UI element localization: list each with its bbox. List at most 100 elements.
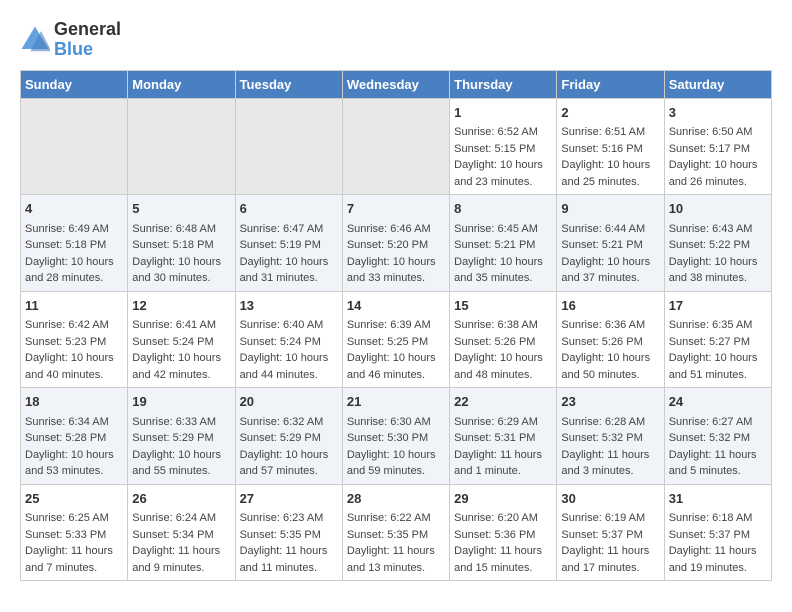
day-number: 5 [132,199,230,219]
day-number: 7 [347,199,445,219]
cell-info: Sunrise: 6:51 AMSunset: 5:16 PMDaylight:… [561,124,659,190]
calendar-cell: 29Sunrise: 6:20 AMSunset: 5:36 PMDayligh… [450,484,557,581]
calendar-table: SundayMondayTuesdayWednesdayThursdayFrid… [20,70,772,582]
header-cell-saturday: Saturday [664,70,771,98]
day-number: 4 [25,199,123,219]
calendar-body: 1Sunrise: 6:52 AMSunset: 5:15 PMDaylight… [21,98,772,581]
calendar-cell: 30Sunrise: 6:19 AMSunset: 5:37 PMDayligh… [557,484,664,581]
calendar-cell: 4Sunrise: 6:49 AMSunset: 5:18 PMDaylight… [21,195,128,292]
logo: General Blue [20,20,121,60]
calendar-cell: 17Sunrise: 6:35 AMSunset: 5:27 PMDayligh… [664,291,771,388]
cell-info: Sunrise: 6:34 AMSunset: 5:28 PMDaylight:… [25,414,123,480]
header-cell-friday: Friday [557,70,664,98]
cell-info: Sunrise: 6:43 AMSunset: 5:22 PMDaylight:… [669,221,767,287]
day-number: 8 [454,199,552,219]
cell-info: Sunrise: 6:38 AMSunset: 5:26 PMDaylight:… [454,317,552,383]
cell-info: Sunrise: 6:49 AMSunset: 5:18 PMDaylight:… [25,221,123,287]
cell-info: Sunrise: 6:42 AMSunset: 5:23 PMDaylight:… [25,317,123,383]
calendar-cell: 26Sunrise: 6:24 AMSunset: 5:34 PMDayligh… [128,484,235,581]
calendar-cell: 18Sunrise: 6:34 AMSunset: 5:28 PMDayligh… [21,388,128,485]
day-number: 29 [454,489,552,509]
cell-info: Sunrise: 6:27 AMSunset: 5:32 PMDaylight:… [669,414,767,480]
calendar-cell: 15Sunrise: 6:38 AMSunset: 5:26 PMDayligh… [450,291,557,388]
calendar-cell: 25Sunrise: 6:25 AMSunset: 5:33 PMDayligh… [21,484,128,581]
calendar-cell: 10Sunrise: 6:43 AMSunset: 5:22 PMDayligh… [664,195,771,292]
cell-info: Sunrise: 6:35 AMSunset: 5:27 PMDaylight:… [669,317,767,383]
cell-info: Sunrise: 6:29 AMSunset: 5:31 PMDaylight:… [454,414,552,480]
week-row: 11Sunrise: 6:42 AMSunset: 5:23 PMDayligh… [21,291,772,388]
header-cell-sunday: Sunday [21,70,128,98]
cell-info: Sunrise: 6:40 AMSunset: 5:24 PMDaylight:… [240,317,338,383]
header-row: SundayMondayTuesdayWednesdayThursdayFrid… [21,70,772,98]
calendar-cell: 8Sunrise: 6:45 AMSunset: 5:21 PMDaylight… [450,195,557,292]
day-number: 24 [669,392,767,412]
cell-info: Sunrise: 6:25 AMSunset: 5:33 PMDaylight:… [25,510,123,576]
cell-info: Sunrise: 6:22 AMSunset: 5:35 PMDaylight:… [347,510,445,576]
header-cell-monday: Monday [128,70,235,98]
day-number: 1 [454,103,552,123]
calendar-cell: 1Sunrise: 6:52 AMSunset: 5:15 PMDaylight… [450,98,557,195]
calendar-cell: 5Sunrise: 6:48 AMSunset: 5:18 PMDaylight… [128,195,235,292]
calendar-cell: 27Sunrise: 6:23 AMSunset: 5:35 PMDayligh… [235,484,342,581]
page-header: General Blue [20,20,772,60]
cell-info: Sunrise: 6:24 AMSunset: 5:34 PMDaylight:… [132,510,230,576]
day-number: 14 [347,296,445,316]
day-number: 19 [132,392,230,412]
cell-info: Sunrise: 6:19 AMSunset: 5:37 PMDaylight:… [561,510,659,576]
week-row: 18Sunrise: 6:34 AMSunset: 5:28 PMDayligh… [21,388,772,485]
logo-text: General Blue [54,20,121,60]
week-row: 4Sunrise: 6:49 AMSunset: 5:18 PMDaylight… [21,195,772,292]
day-number: 23 [561,392,659,412]
calendar-cell: 3Sunrise: 6:50 AMSunset: 5:17 PMDaylight… [664,98,771,195]
day-number: 22 [454,392,552,412]
calendar-cell: 2Sunrise: 6:51 AMSunset: 5:16 PMDaylight… [557,98,664,195]
cell-info: Sunrise: 6:46 AMSunset: 5:20 PMDaylight:… [347,221,445,287]
cell-info: Sunrise: 6:50 AMSunset: 5:17 PMDaylight:… [669,124,767,190]
cell-info: Sunrise: 6:41 AMSunset: 5:24 PMDaylight:… [132,317,230,383]
day-number: 26 [132,489,230,509]
cell-info: Sunrise: 6:32 AMSunset: 5:29 PMDaylight:… [240,414,338,480]
cell-info: Sunrise: 6:39 AMSunset: 5:25 PMDaylight:… [347,317,445,383]
calendar-cell: 28Sunrise: 6:22 AMSunset: 5:35 PMDayligh… [342,484,449,581]
day-number: 27 [240,489,338,509]
calendar-cell: 6Sunrise: 6:47 AMSunset: 5:19 PMDaylight… [235,195,342,292]
calendar-cell: 21Sunrise: 6:30 AMSunset: 5:30 PMDayligh… [342,388,449,485]
calendar-cell: 22Sunrise: 6:29 AMSunset: 5:31 PMDayligh… [450,388,557,485]
day-number: 18 [25,392,123,412]
week-row: 1Sunrise: 6:52 AMSunset: 5:15 PMDaylight… [21,98,772,195]
day-number: 17 [669,296,767,316]
day-number: 30 [561,489,659,509]
header-cell-tuesday: Tuesday [235,70,342,98]
week-row: 25Sunrise: 6:25 AMSunset: 5:33 PMDayligh… [21,484,772,581]
day-number: 13 [240,296,338,316]
cell-info: Sunrise: 6:28 AMSunset: 5:32 PMDaylight:… [561,414,659,480]
calendar-cell: 14Sunrise: 6:39 AMSunset: 5:25 PMDayligh… [342,291,449,388]
calendar-cell [21,98,128,195]
day-number: 31 [669,489,767,509]
calendar-cell: 20Sunrise: 6:32 AMSunset: 5:29 PMDayligh… [235,388,342,485]
calendar-cell: 9Sunrise: 6:44 AMSunset: 5:21 PMDaylight… [557,195,664,292]
day-number: 10 [669,199,767,219]
cell-info: Sunrise: 6:18 AMSunset: 5:37 PMDaylight:… [669,510,767,576]
day-number: 20 [240,392,338,412]
calendar-header: SundayMondayTuesdayWednesdayThursdayFrid… [21,70,772,98]
calendar-cell: 12Sunrise: 6:41 AMSunset: 5:24 PMDayligh… [128,291,235,388]
day-number: 2 [561,103,659,123]
day-number: 28 [347,489,445,509]
cell-info: Sunrise: 6:33 AMSunset: 5:29 PMDaylight:… [132,414,230,480]
calendar-cell: 11Sunrise: 6:42 AMSunset: 5:23 PMDayligh… [21,291,128,388]
cell-info: Sunrise: 6:30 AMSunset: 5:30 PMDaylight:… [347,414,445,480]
calendar-cell: 13Sunrise: 6:40 AMSunset: 5:24 PMDayligh… [235,291,342,388]
cell-info: Sunrise: 6:36 AMSunset: 5:26 PMDaylight:… [561,317,659,383]
calendar-cell [128,98,235,195]
cell-info: Sunrise: 6:52 AMSunset: 5:15 PMDaylight:… [454,124,552,190]
calendar-cell: 23Sunrise: 6:28 AMSunset: 5:32 PMDayligh… [557,388,664,485]
calendar-cell [235,98,342,195]
cell-info: Sunrise: 6:44 AMSunset: 5:21 PMDaylight:… [561,221,659,287]
calendar-cell: 7Sunrise: 6:46 AMSunset: 5:20 PMDaylight… [342,195,449,292]
calendar-cell: 19Sunrise: 6:33 AMSunset: 5:29 PMDayligh… [128,388,235,485]
calendar-cell [342,98,449,195]
logo-icon [20,25,50,55]
day-number: 16 [561,296,659,316]
cell-info: Sunrise: 6:23 AMSunset: 5:35 PMDaylight:… [240,510,338,576]
